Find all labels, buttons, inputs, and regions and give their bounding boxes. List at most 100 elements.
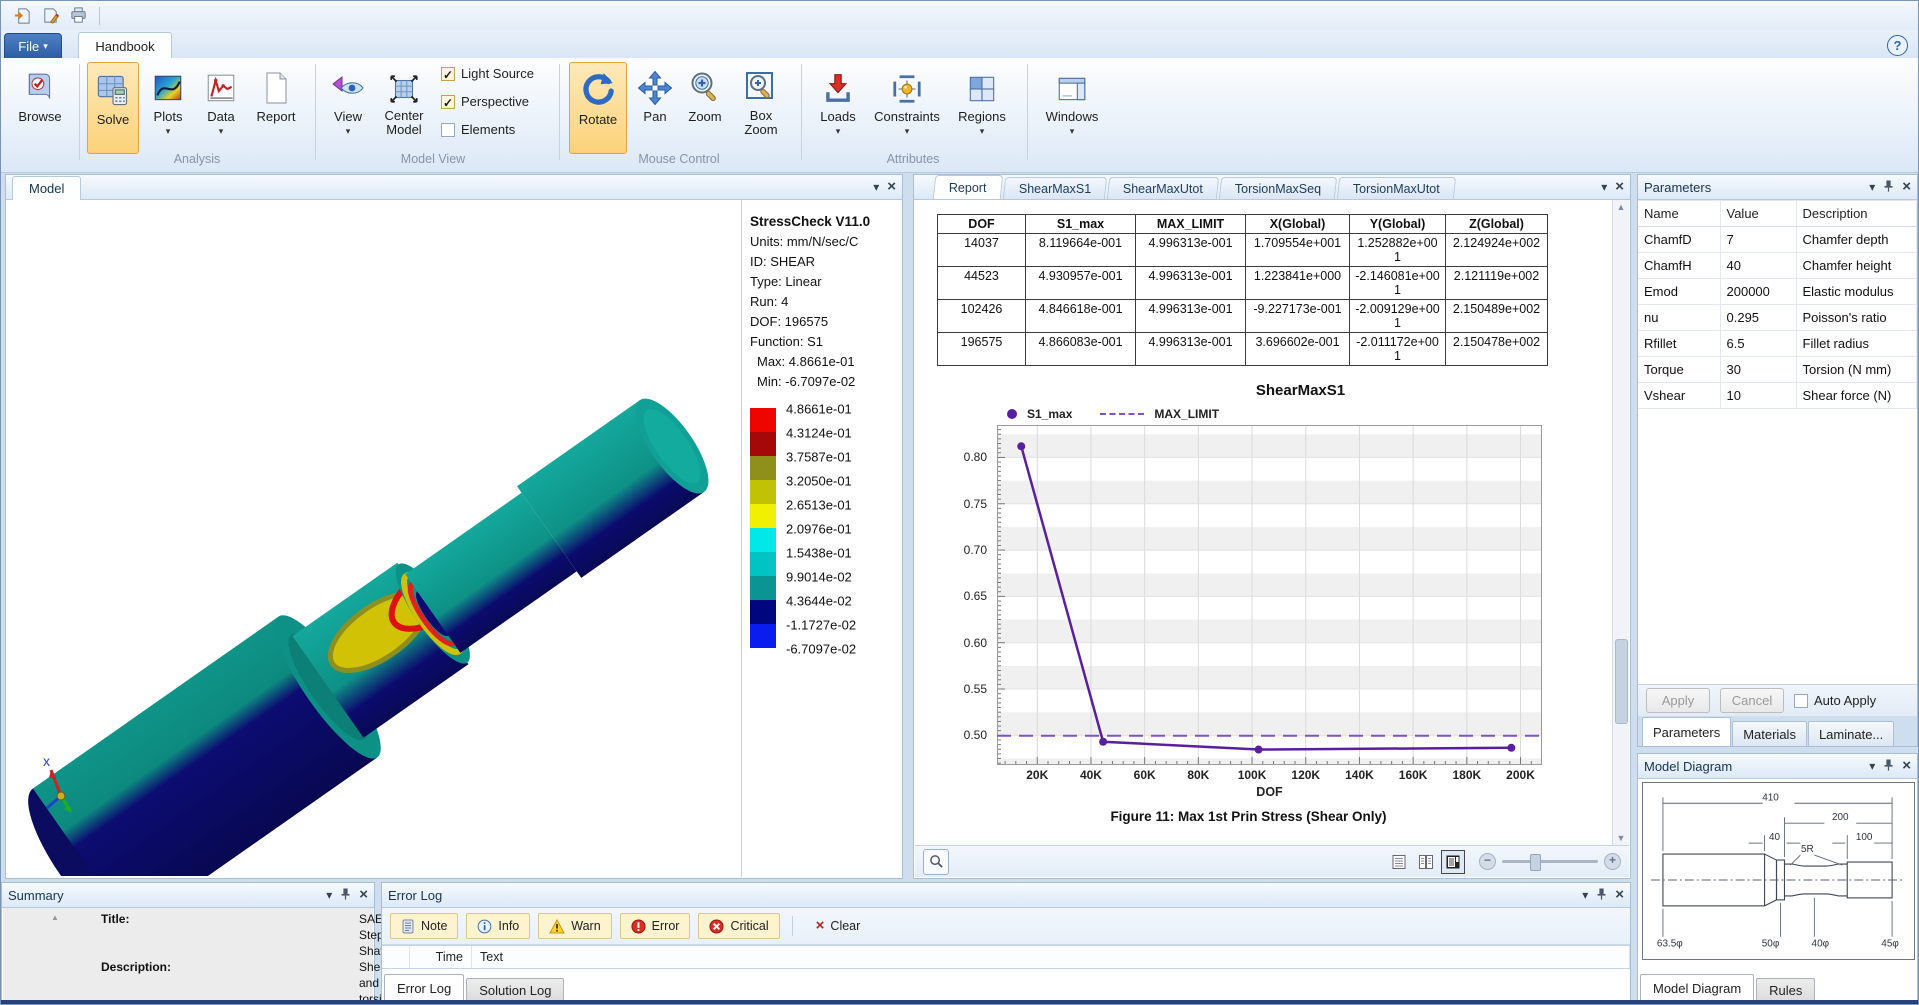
tab-rules[interactable]: Rules [1756, 978, 1815, 1001]
model-3d-viewport[interactable]: x StressCheck V11.0 Units: mm/N/sec/C ID… [7, 200, 901, 877]
column-header-text[interactable]: Text [472, 946, 1630, 968]
critical-filter-button[interactable]: Critical [698, 913, 779, 939]
tab-laminate[interactable]: Laminate... [1808, 721, 1894, 746]
close-icon[interactable]: × [1902, 760, 1911, 772]
chevron-down-icon[interactable]: ▾ [1582, 889, 1588, 901]
chevron-down-icon[interactable]: ▾ [1869, 760, 1875, 772]
search-button[interactable] [923, 849, 949, 875]
column-header[interactable]: S1_max [1026, 215, 1136, 234]
info-filter-button[interactable]: Info [466, 913, 530, 939]
constraints-button[interactable]: Constraints ▾ [867, 62, 947, 136]
windows-button[interactable]: Windows ▾ [1037, 62, 1107, 136]
checkbox-light-source[interactable]: ✓ Light Source [441, 66, 534, 81]
two-page-view-button[interactable] [1414, 850, 1438, 874]
save-file-icon[interactable] [39, 5, 61, 27]
chevron-down-icon[interactable]: ▾ [1601, 181, 1607, 193]
column-header[interactable]: DOF [938, 215, 1026, 234]
error-filter-button[interactable]: Error [620, 913, 691, 939]
box-zoom-button[interactable]: Box Zoom [733, 62, 789, 137]
cancel-button[interactable]: Cancel [1720, 688, 1784, 713]
file-menu-button[interactable]: File ▾ [4, 33, 62, 60]
zoom-slider-knob[interactable] [1530, 854, 1541, 871]
chevron-down-icon[interactable]: ▾ [1869, 181, 1875, 193]
pin-icon[interactable] [1883, 180, 1894, 195]
column-header[interactable]: Name [1638, 201, 1720, 227]
print-icon[interactable] [67, 5, 89, 27]
column-header[interactable]: Y(Global) [1350, 215, 1446, 234]
auto-apply-checkbox[interactable]: Auto Apply [1794, 693, 1876, 708]
zoom-in-button[interactable]: + [1604, 853, 1621, 870]
rotate-button[interactable]: Rotate [569, 62, 627, 154]
zoom-out-button[interactable]: − [1479, 853, 1496, 870]
close-icon[interactable]: × [1902, 181, 1911, 193]
clear-button[interactable]: × Clear [805, 913, 872, 939]
table-row[interactable]: ChamfD7Chamfer depth [1638, 227, 1917, 253]
data-button[interactable]: Data ▾ [199, 62, 243, 136]
note-filter-button[interactable]: Note [390, 913, 458, 939]
close-icon[interactable]: × [1615, 889, 1624, 901]
checkbox-perspective[interactable]: ✓ Perspective [441, 94, 529, 109]
report-scrollbar[interactable]: ▲ ▼ [1612, 200, 1629, 845]
zoom-button[interactable]: Zoom [681, 62, 729, 124]
table-row[interactable]: Rfillet6.5Fillet radius [1638, 331, 1917, 357]
browse-button[interactable]: Browse [9, 62, 71, 124]
import-file-icon[interactable] [11, 5, 33, 27]
tab-materials[interactable]: Materials [1732, 721, 1807, 746]
pan-button[interactable]: Pan [633, 62, 677, 124]
table-row[interactable]: Torque30Torsion (N mm) [1638, 357, 1917, 383]
column-header[interactable]: X(Global) [1246, 215, 1350, 234]
regions-button[interactable]: Regions ▾ [951, 62, 1013, 136]
model-panel-tab[interactable]: Model [12, 176, 81, 200]
view-button[interactable]: View ▾ [325, 62, 371, 136]
pin-icon[interactable] [340, 888, 351, 903]
pin-icon[interactable] [1596, 888, 1607, 903]
table-row[interactable]: 1965754.866083e-0014.996313e-0013.696602… [938, 333, 1548, 366]
table-row[interactable]: nu0.295Poisson's ratio [1638, 305, 1917, 331]
tab-torsionmaxutot[interactable]: TorsionMaxUtot [1337, 177, 1456, 199]
column-header-time[interactable]: Time [410, 946, 472, 968]
summary-scrollbar[interactable]: ▲ ▼ [9, 911, 101, 1005]
table-row[interactable]: Emod200000Elastic modulus [1638, 279, 1917, 305]
column-header[interactable]: Description [1796, 201, 1917, 227]
scroll-up-icon[interactable]: ▲ [9, 913, 101, 922]
center-model-button[interactable]: Center Model [375, 62, 433, 137]
plots-button[interactable]: Plots ▾ [143, 62, 193, 136]
loads-button[interactable]: Loads ▾ [813, 62, 863, 136]
tab-model-diagram[interactable]: Model Diagram [1640, 974, 1754, 1001]
close-icon[interactable]: × [359, 889, 368, 901]
scroll-down-icon[interactable]: ▼ [1613, 833, 1629, 843]
tab-torsionmaxseq[interactable]: TorsionMaxSeq [1219, 177, 1337, 199]
checkbox-elements[interactable]: Elements [441, 122, 515, 137]
table-row[interactable]: 1024264.846618e-0014.996313e-001-9.22717… [938, 300, 1548, 333]
column-header[interactable]: Value [1720, 201, 1796, 227]
help-button[interactable]: ? [1887, 35, 1908, 56]
scroll-up-icon[interactable]: ▲ [1613, 202, 1629, 212]
warn-filter-button[interactable]: Warn [538, 913, 611, 939]
close-icon[interactable]: × [887, 181, 896, 193]
table-row[interactable]: 445234.930957e-0014.996313e-0011.223841e… [938, 267, 1548, 300]
apply-button[interactable]: Apply [1646, 688, 1710, 713]
column-header[interactable]: Z(Global) [1446, 215, 1548, 234]
report-button[interactable]: Report [247, 62, 305, 124]
tab-shearmaxs1[interactable]: ShearMaxS1 [1002, 177, 1107, 199]
tab-report[interactable]: Report [933, 175, 1003, 199]
table-row[interactable]: Vshear10Shear force (N) [1638, 383, 1917, 409]
zoom-slider[interactable] [1502, 860, 1598, 863]
report-content[interactable]: DOFS1_maxMAX_LIMITX(Global)Y(Global)Z(Gl… [915, 200, 1629, 845]
column-header[interactable]: MAX_LIMIT [1136, 215, 1246, 234]
chevron-down-icon[interactable]: ▾ [326, 889, 332, 901]
close-icon[interactable]: × [1615, 181, 1624, 193]
tab-shearmaxutot[interactable]: ShearMaxUtot [1107, 177, 1219, 199]
tab-error-log[interactable]: Error Log [384, 974, 464, 1001]
scrollbar-thumb[interactable] [1615, 639, 1628, 725]
chevron-down-icon[interactable]: ▾ [873, 181, 879, 193]
tab-parameters[interactable]: Parameters [1642, 717, 1731, 746]
reading-view-button[interactable] [1441, 850, 1465, 874]
table-row[interactable]: ChamfH40Chamfer height [1638, 253, 1917, 279]
solve-button[interactable]: Solve [87, 62, 139, 154]
tab-handbook[interactable]: Handbook [78, 32, 172, 59]
pin-icon[interactable] [1883, 759, 1894, 774]
tab-solution-log[interactable]: Solution Log [466, 978, 564, 1001]
table-row[interactable]: 140378.119664e-0014.996313e-0011.709554e… [938, 234, 1548, 267]
single-page-view-button[interactable] [1387, 850, 1411, 874]
